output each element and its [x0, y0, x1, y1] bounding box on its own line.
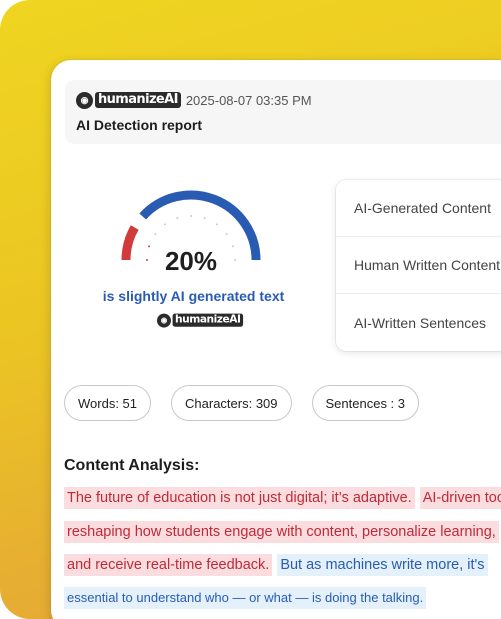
- ai-sentence-highlight: The future of education is not just digi…: [64, 487, 415, 509]
- ai-sentence-highlight: AI-driven tools are: [419, 487, 501, 509]
- ai-sentence-highlight: reshaping how students engage with conte…: [64, 521, 499, 543]
- analysis-line: reshaping how students engage with conte…: [64, 521, 499, 543]
- sentences-count: Sentences : 3: [311, 385, 420, 421]
- human-sentence-highlight: But as machines write more, it's: [277, 554, 488, 576]
- gauge-tick: [190, 215, 192, 217]
- gauge-tick: [164, 223, 167, 226]
- humanizeai-logo: ◉ humanizeAI: [76, 90, 181, 110]
- humanizeai-logo-small: ◉ humanizeAI: [157, 312, 243, 328]
- gauge-tick: [203, 217, 206, 220]
- content-analysis-title: Content Analysis:: [64, 457, 200, 474]
- report-timestamp: 2025-08-07 03:35 PM: [185, 92, 312, 108]
- report-title: AI Detection report: [76, 117, 203, 133]
- gauge-tick: [176, 217, 179, 220]
- ai-verdict: is slightly AI generated text: [102, 288, 285, 304]
- report-header: ◉ humanizeAI 2025-08-07 03:35 PM AI Dete…: [65, 80, 501, 144]
- gauge-tick: [215, 223, 218, 226]
- human-sentence-highlight: essential to understand who — or what — …: [64, 587, 427, 609]
- analysis-line: and receive real-time feedback. But as m…: [64, 554, 488, 576]
- ai-percent: 20%: [164, 246, 218, 276]
- report-card: ◉ humanizeAI 2025-08-07 03:35 PM AI Dete…: [51, 60, 501, 619]
- ai-sentence-highlight: and receive real-time feedback.: [64, 554, 273, 576]
- logo-wordmark: humanizeAI: [172, 313, 243, 327]
- analysis-line: The future of education is not just digi…: [64, 487, 501, 509]
- brand-row: ◉ humanizeAI 2025-08-07 03:35 PM: [76, 89, 312, 111]
- gauge-tick: [154, 233, 157, 236]
- stats-row-human-written: Human Written Content: [336, 237, 501, 294]
- brain-icon: ◉: [157, 313, 171, 328]
- brain-icon: ◉: [76, 91, 93, 109]
- characters-count: Characters: 309: [171, 385, 292, 421]
- analysis-line: essential to understand who — or what — …: [64, 587, 427, 609]
- logo-wordmark: humanizeAI: [95, 92, 181, 108]
- words-count: Words: 51: [64, 385, 152, 421]
- gauge-tick: [225, 233, 228, 236]
- stats-row-ai-sentences: AI-Written Sentences: [354, 314, 487, 331]
- stats-row-ai-generated: AI-Generated Content: [336, 180, 501, 237]
- count-pills: Words: 51 Characters: 309 Sentences : 3: [64, 385, 439, 421]
- stats-panel: AI-Generated Content Human Written Conte…: [336, 180, 501, 351]
- ai-score-gauge: 20%: [116, 190, 266, 280]
